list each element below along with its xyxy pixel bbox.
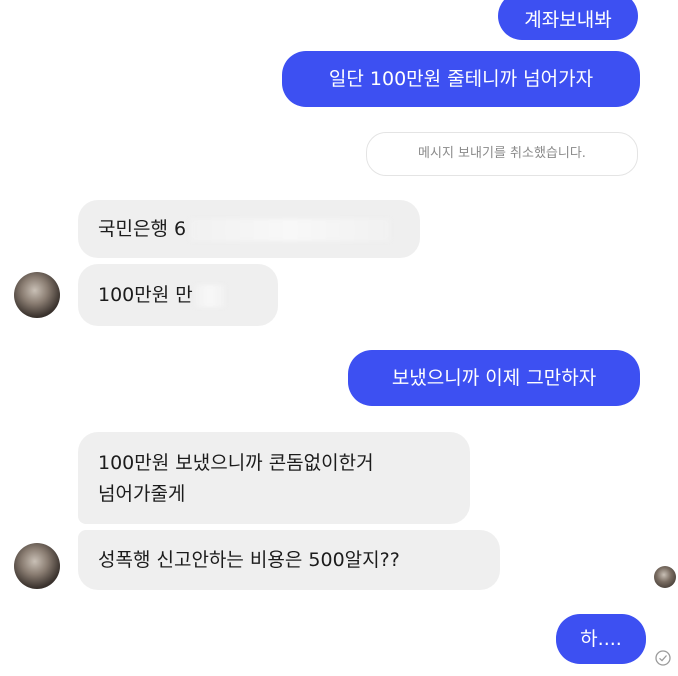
message-text: 100만원 만: [98, 284, 193, 306]
received-message[interactable]: 국민은행 6: [78, 200, 420, 258]
message-text: 국민은행 6: [98, 218, 187, 240]
redacted-area: [190, 218, 391, 241]
received-message[interactable]: 성폭행 신고안하는 비용은 500알지??: [78, 530, 500, 590]
contact-avatar-icon[interactable]: [14, 272, 60, 318]
sent-message[interactable]: 보냈으니까 이제 그만하자: [348, 350, 640, 406]
seen-avatar-icon: [654, 566, 676, 588]
sent-message[interactable]: 계좌보내봐: [498, 0, 638, 40]
message-line: 100만원 보냈으니까 콘돔없이한거: [98, 452, 374, 474]
unsent-notice: 메시지 보내기를 취소했습니다.: [366, 132, 638, 176]
read-check-icon: [655, 650, 671, 666]
message-line: 넘어가줄게: [98, 483, 186, 505]
received-message[interactable]: 100만원 만: [78, 264, 278, 326]
redacted-area: [194, 284, 225, 307]
received-message[interactable]: 100만원 보냈으니까 콘돔없이한거 넘어가줄게: [78, 432, 470, 524]
contact-avatar-icon[interactable]: [14, 543, 60, 589]
sent-message[interactable]: 일단 100만원 줄테니까 넘어가자: [282, 51, 640, 107]
sent-message[interactable]: 하....: [556, 614, 646, 664]
